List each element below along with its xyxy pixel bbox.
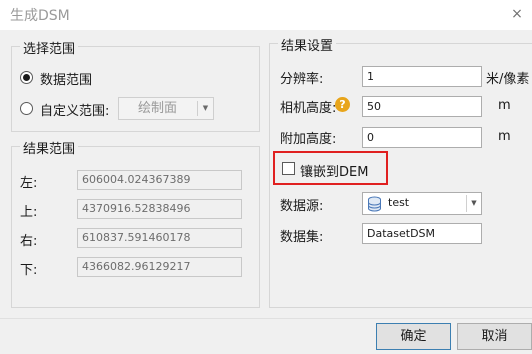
mosaic-dem-label[interactable]: 镶嵌到DEM: [300, 161, 368, 180]
resolution-input[interactable]: 1: [362, 66, 482, 87]
extra-height-unit: m: [498, 129, 511, 144]
right-value-field: 610837.591460178: [77, 228, 242, 248]
draw-polygon-button[interactable]: 绘制面 ▼: [118, 97, 214, 120]
dataset-label: 数据集:: [280, 230, 324, 245]
footer-divider: [0, 318, 532, 319]
draw-polygon-label: 绘制面: [137, 101, 177, 116]
title-bar: 生成DSM ×: [0, 0, 532, 30]
result-range-title: 结果范围: [20, 138, 79, 157]
data-range-label[interactable]: 数据范围: [40, 69, 92, 88]
help-icon[interactable]: ?: [335, 97, 350, 112]
datasource-value: test: [388, 196, 410, 209]
window-title: 生成DSM: [10, 8, 70, 24]
datasource-select[interactable]: test ▼: [362, 192, 482, 215]
range-select-title: 选择范围: [20, 38, 79, 57]
resolution-unit: 米/像素: [486, 72, 530, 87]
bottom-label: 下:: [20, 263, 38, 278]
cancel-button[interactable]: 取消: [457, 323, 532, 350]
data-range-radio[interactable]: [20, 71, 33, 84]
dataset-input[interactable]: DatasetDSM: [362, 223, 482, 244]
database-icon: [368, 196, 381, 212]
camera-height-label: 相机高度:: [280, 101, 337, 116]
custom-range-radio[interactable]: [20, 102, 33, 115]
camera-height-input[interactable]: 50: [362, 96, 482, 117]
close-button[interactable]: ×: [502, 0, 532, 30]
extra-height-label: 附加高度:: [280, 132, 337, 147]
top-label: 上:: [20, 205, 38, 220]
chevron-down-icon[interactable]: ▼: [467, 193, 481, 214]
extra-height-input[interactable]: 0: [362, 127, 482, 148]
chevron-down-icon[interactable]: ▼: [198, 98, 213, 119]
top-value-field: 4370916.52838496: [77, 199, 242, 219]
result-settings-title: 结果设置: [278, 35, 337, 54]
camera-height-unit: m: [498, 98, 511, 113]
close-icon: ×: [511, 6, 523, 22]
mosaic-dem-checkbox[interactable]: [282, 162, 295, 175]
right-label: 右:: [20, 234, 38, 249]
datasource-label: 数据源:: [280, 199, 324, 214]
bottom-value-field: 4366082.96129217: [77, 257, 242, 277]
left-label: 左:: [20, 176, 38, 191]
resolution-label: 分辨率:: [280, 72, 324, 87]
left-value-field: 606004.024367389: [77, 170, 242, 190]
ok-button[interactable]: 确定: [376, 323, 451, 350]
custom-range-label[interactable]: 自定义范围:: [40, 100, 109, 119]
